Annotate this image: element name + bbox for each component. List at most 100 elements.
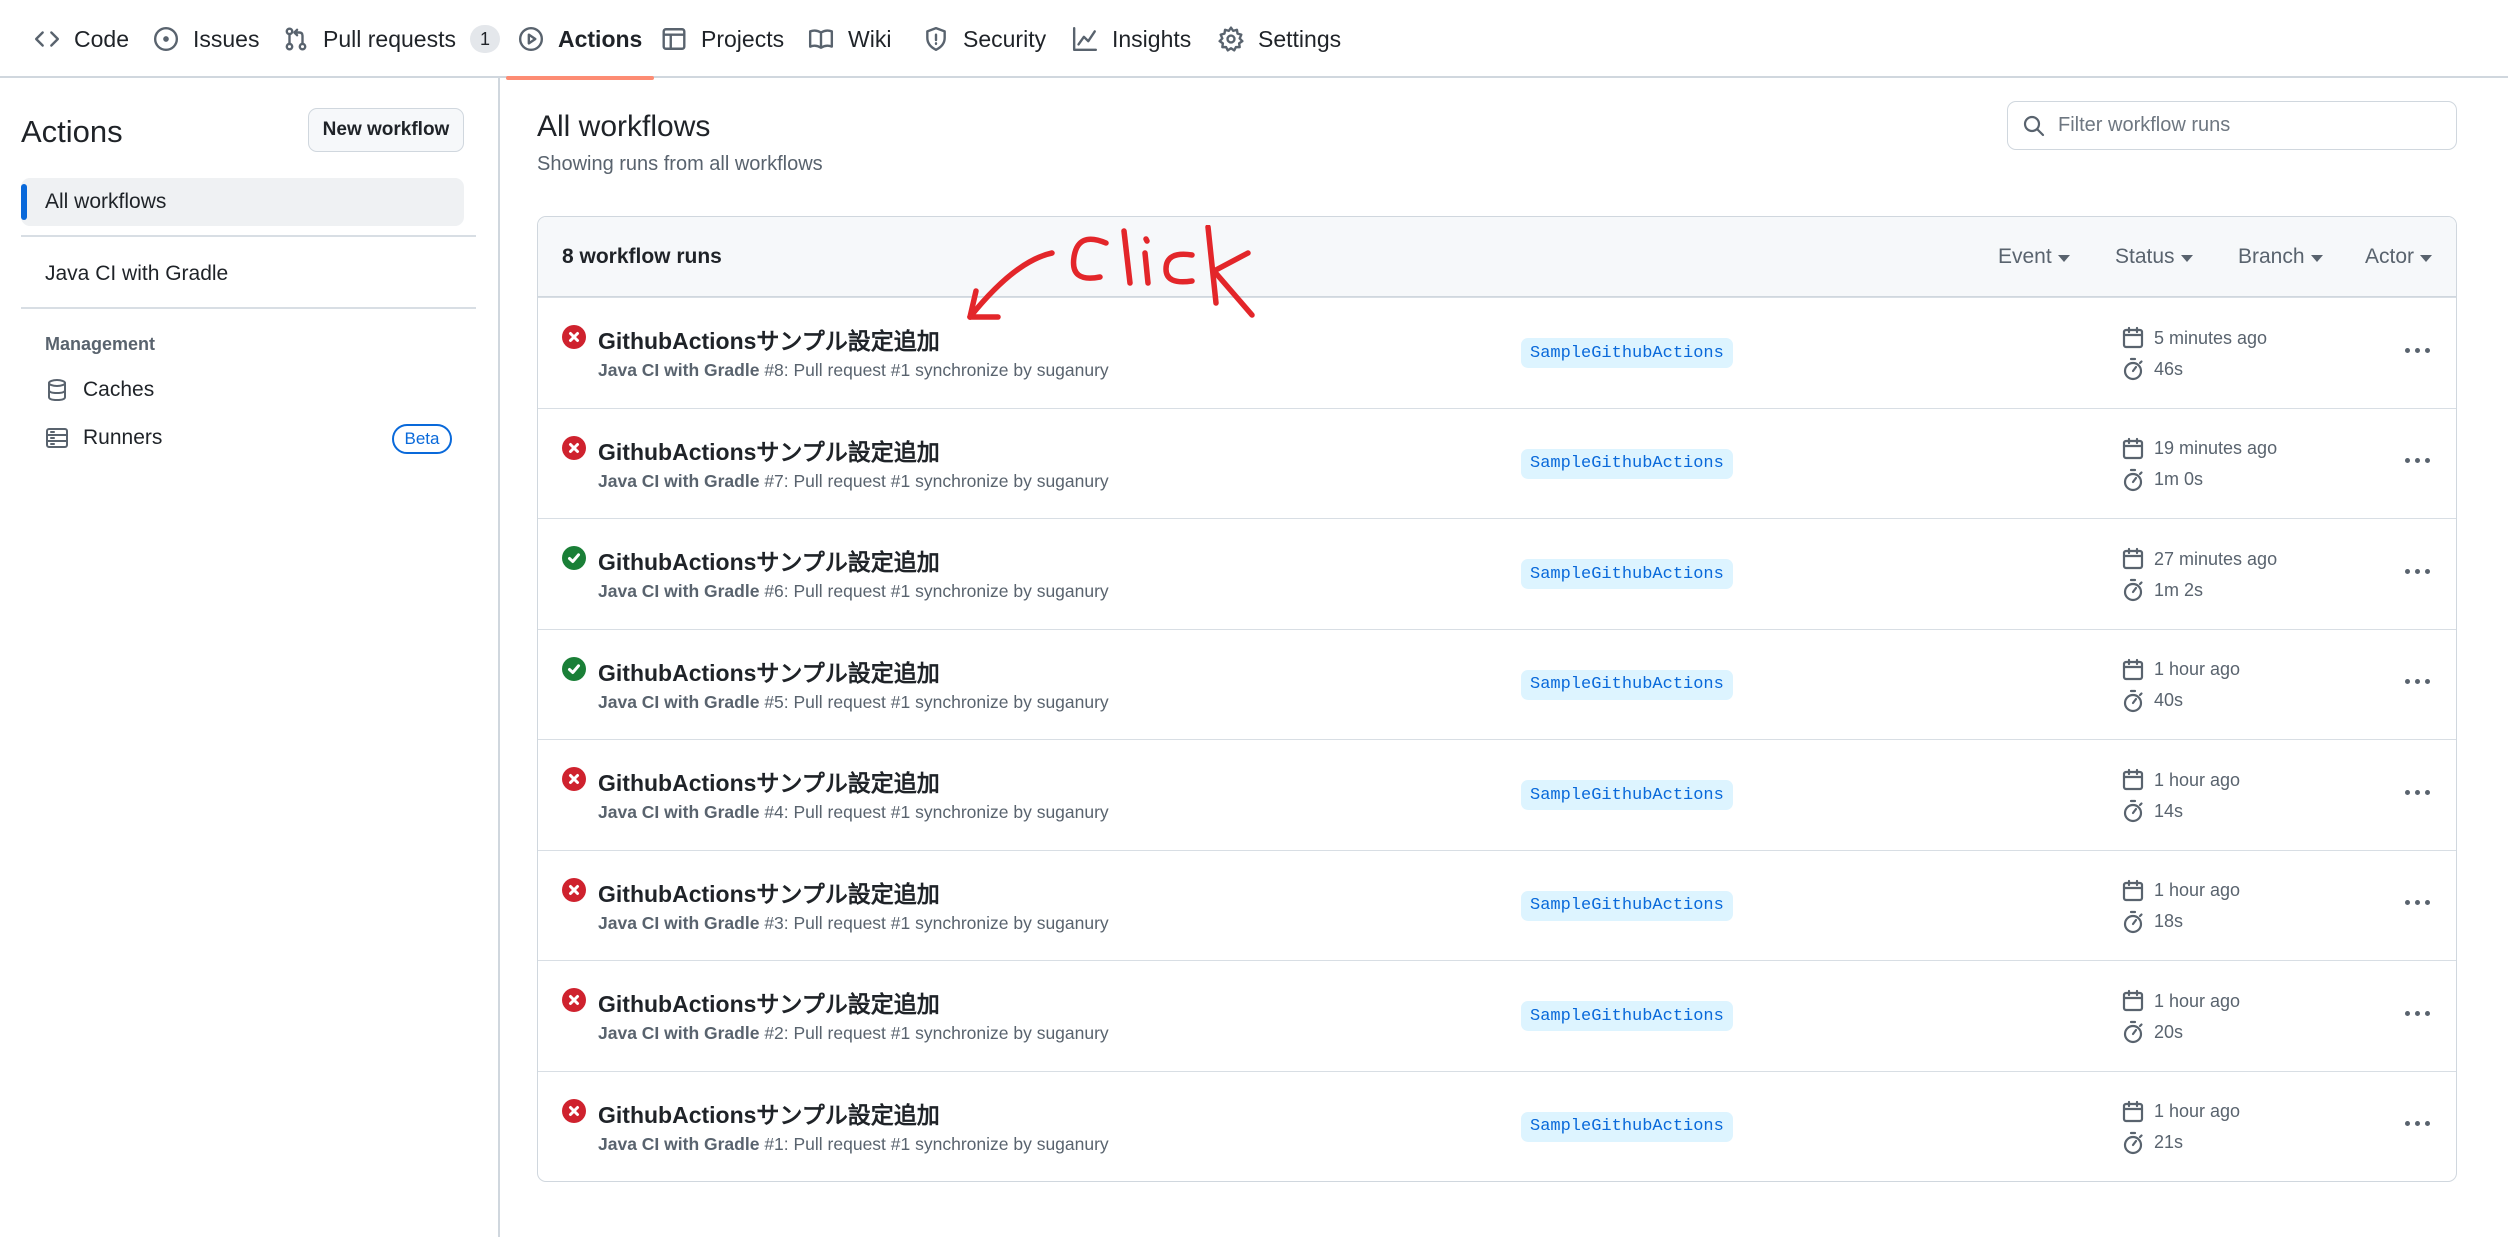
branch-label[interactable]: SampleGithubActions <box>1521 338 1733 368</box>
calendar-icon <box>2122 658 2144 680</box>
tab-wiki[interactable]: Wiki <box>796 0 903 78</box>
run-title-link[interactable]: GithubActionsサンプル設定追加 <box>598 543 940 577</box>
run-options-button[interactable] <box>2400 996 2434 1030</box>
sidebar-item-label: Java CI with Gradle <box>45 262 229 285</box>
run-duration-value: 21s <box>2154 1132 2184 1152</box>
stopwatch-icon <box>2123 468 2143 491</box>
branch-label[interactable]: SampleGithubActions <box>1521 669 1733 700</box>
run-event-text: #4: Pull request #1 synchronize by sugan… <box>759 802 1109 822</box>
tab-label: Wiki <box>848 25 892 52</box>
run-started: 5 minutes ago <box>2121 326 2267 350</box>
run-workflow-name: Java CI with Gradle <box>598 1133 760 1154</box>
new-workflow-button[interactable]: New workflow <box>308 108 464 152</box>
sidebar-item-label: Runners <box>83 426 163 449</box>
workflow-run-row[interactable]: GithubActionsサンプル設定追加 Java CI with Gradle… <box>538 407 2456 519</box>
x-circle-icon <box>562 325 586 349</box>
page-title: All workflows <box>537 110 711 143</box>
workflow-run-row[interactable]: GithubActionsサンプル設定追加 Java CI with Gradle… <box>538 518 2456 629</box>
tab-pull-requests[interactable]: Pull requests 1 <box>271 0 512 78</box>
run-meta: Java CI with Gradle #6: Pull request #1 … <box>598 581 1109 602</box>
workflow-run-row[interactable]: GithubActionsサンプル設定追加 Java CI with Gradle… <box>538 297 2456 408</box>
tab-issues[interactable]: Issues <box>141 0 271 78</box>
gear-icon <box>1218 26 1244 52</box>
sidebar-item-label: All workflows <box>45 190 167 213</box>
shield-icon <box>926 26 946 52</box>
tab-label: Actions <box>558 25 643 52</box>
run-meta: Java CI with Gradle #5: Pull request #1 … <box>598 692 1109 713</box>
sidebar-item-caches[interactable]: Caches <box>45 378 154 402</box>
run-title-link[interactable]: GithubActionsサンプル設定追加 <box>598 433 940 467</box>
event-filter-dropdown[interactable]: Event <box>1998 245 2070 269</box>
filter-input[interactable] <box>2058 114 2438 137</box>
run-duration: 1m 2s <box>2121 578 2203 602</box>
branch-filter-dropdown[interactable]: Branch <box>2238 245 2323 269</box>
run-workflow-name: Java CI with Gradle <box>598 360 760 380</box>
run-options-button[interactable] <box>2400 444 2434 478</box>
branch-label[interactable]: SampleGithubActions <box>1521 780 1733 810</box>
table-icon <box>662 28 686 50</box>
x-circle-icon <box>562 767 586 791</box>
filter-workflow-runs[interactable] <box>2007 101 2457 150</box>
run-duration: 40s <box>2121 689 2183 713</box>
tab-code[interactable]: Code <box>22 0 141 78</box>
pull-request-count-badge: 1 <box>469 25 500 53</box>
tab-label: Projects <box>701 25 785 52</box>
kebab-dot <box>2404 347 2410 353</box>
workflow-run-row[interactable]: GithubActionsサンプル設定追加 Java CI with Gradle… <box>538 960 2456 1071</box>
kebab-dot <box>2404 679 2410 684</box>
status-filter-dropdown[interactable]: Status <box>2115 245 2193 269</box>
run-title-link[interactable]: GithubActionsサンプル設定追加 <box>598 875 940 909</box>
stopwatch-icon <box>2123 689 2143 712</box>
sidebar-item-runners[interactable]: Runners <box>45 426 162 450</box>
run-options-button[interactable] <box>2400 886 2434 920</box>
workflow-run-row[interactable]: GithubActionsサンプル設定追加 Java CI with Gradle… <box>538 1070 2456 1182</box>
actions-sidebar: Actions New workflow All workflows Java … <box>0 78 500 1237</box>
run-meta: Java CI with Gradle #1: Pull request #1 … <box>598 1134 1109 1155</box>
stopwatch-icon <box>2123 1131 2143 1154</box>
kebab-dot <box>2424 679 2430 684</box>
page-subtitle: Showing runs from all workflows <box>537 153 823 175</box>
run-title-link[interactable]: GithubActionsサンプル設定追加 <box>598 1096 940 1130</box>
branch-label[interactable]: SampleGithubActions <box>1521 1001 1733 1031</box>
run-options-button[interactable] <box>2400 1107 2434 1141</box>
workflow-run-row[interactable]: GithubActionsサンプル設定追加 Java CI with Gradle… <box>538 739 2456 850</box>
pull-request-icon <box>285 27 307 51</box>
run-event-text: #7: Pull request #1 synchronize by sugan… <box>759 470 1109 491</box>
run-title-link[interactable]: GithubActionsサンプル設定追加 <box>598 764 940 798</box>
tab-insights[interactable]: Insights <box>1060 0 1203 78</box>
branch-label[interactable]: SampleGithubActions <box>1521 448 1733 479</box>
run-started: 1 hour ago <box>2121 768 2240 792</box>
book-icon <box>808 29 834 49</box>
kebab-dot <box>2414 679 2420 684</box>
stopwatch-icon <box>2123 799 2143 823</box>
workflow-run-row[interactable]: GithubActionsサンプル設定追加 Java CI with Gradle… <box>538 849 2456 961</box>
stopwatch-icon <box>2123 578 2143 602</box>
check-circle-icon <box>562 546 586 570</box>
kebab-dot <box>2404 1010 2410 1016</box>
dropdown-label: Event <box>1998 245 2052 268</box>
run-options-button[interactable] <box>2400 665 2434 699</box>
branch-label[interactable]: SampleGithubActions <box>1521 1111 1733 1142</box>
run-options-button[interactable] <box>2400 775 2434 809</box>
run-options-button[interactable] <box>2400 333 2434 367</box>
branch-label[interactable]: SampleGithubActions <box>1521 890 1733 921</box>
workflow-run-row[interactable]: GithubActionsサンプル設定追加 Java CI with Gradle… <box>538 628 2456 740</box>
run-event-text: #1: Pull request #1 synchronize by sugan… <box>759 1133 1109 1154</box>
branch-label[interactable]: SampleGithubActions <box>1521 559 1733 589</box>
run-title-link[interactable]: GithubActionsサンプル設定追加 <box>598 654 940 688</box>
x-circle-icon <box>562 435 586 460</box>
run-title-link[interactable]: GithubActionsサンプル設定追加 <box>598 985 940 1019</box>
x-circle-icon <box>562 988 586 1012</box>
tab-actions[interactable]: Actions <box>506 0 655 80</box>
tab-settings[interactable]: Settings <box>1206 0 1353 78</box>
calendar-icon <box>2122 1100 2144 1122</box>
run-title-link[interactable]: GithubActionsサンプル設定追加 <box>598 322 940 356</box>
sidebar-item-all-workflows[interactable]: All workflows <box>21 178 464 226</box>
actor-filter-dropdown[interactable]: Actor <box>2365 245 2432 269</box>
run-duration-value: 46s <box>2154 358 2184 379</box>
tab-projects[interactable]: Projects <box>649 0 796 78</box>
tab-security[interactable]: Security <box>911 0 1058 78</box>
run-options-button[interactable] <box>2400 554 2434 588</box>
kebab-dot <box>2424 1010 2430 1016</box>
sidebar-item-workflow[interactable]: Java CI with Gradle <box>21 250 464 298</box>
